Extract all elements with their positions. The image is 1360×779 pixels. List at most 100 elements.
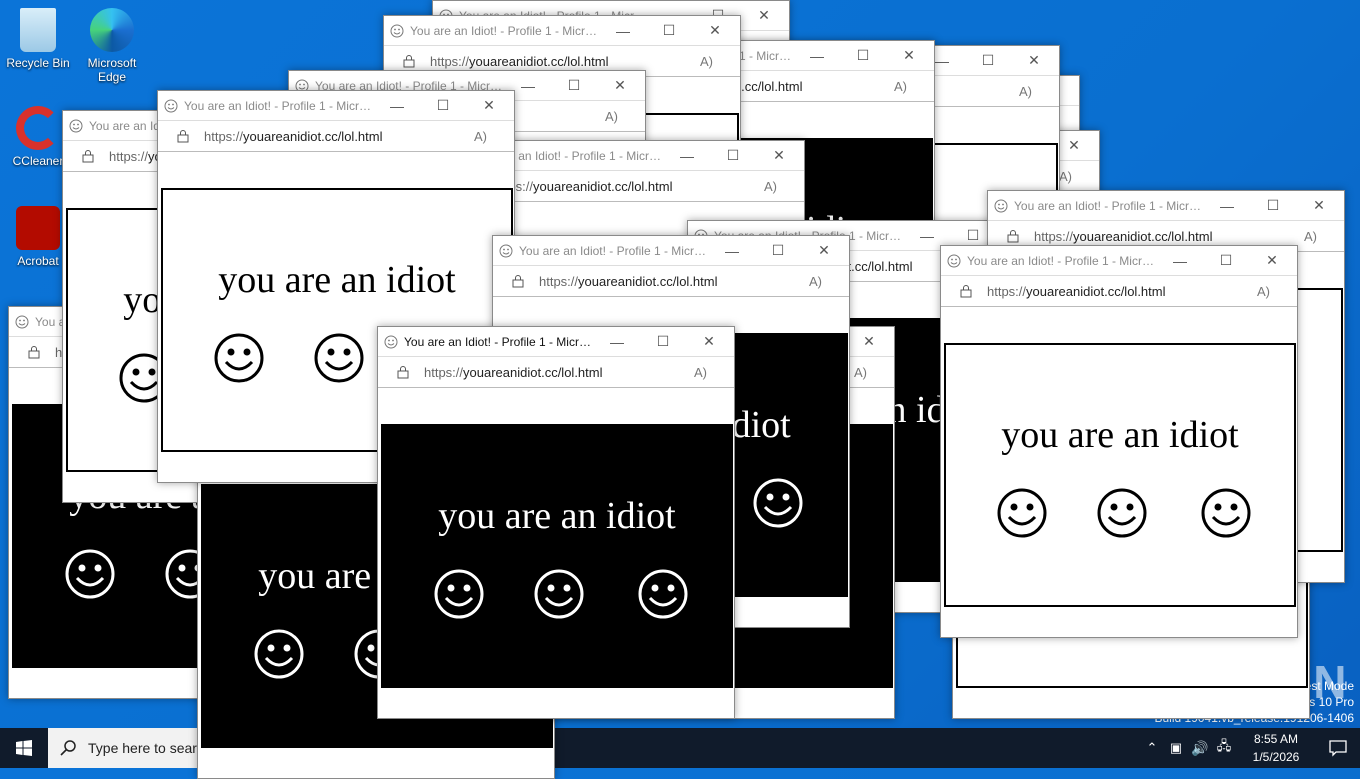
smiley-face-icon (638, 569, 688, 619)
read-aloud-icon[interactable]: A) (764, 179, 804, 194)
read-aloud-icon[interactable]: A) (605, 109, 645, 124)
minimize-button[interactable]: — (1157, 246, 1203, 276)
minimize-button[interactable]: — (374, 91, 420, 121)
url-text[interactable]: https://youareanidiot.cc/lol.html (204, 129, 474, 144)
smiley-face-icon (254, 629, 304, 679)
close-button[interactable]: ✕ (686, 327, 732, 357)
desktop-icon-edge[interactable]: Microsoft Edge (74, 8, 150, 84)
smiley-face-icon (997, 488, 1047, 538)
maximize-button[interactable]: ☐ (1203, 246, 1249, 276)
url-text[interactable]: https://youareanidiot.cc/lol.html (539, 274, 809, 289)
minimize-button[interactable]: — (709, 236, 755, 266)
lock-icon (960, 285, 972, 298)
close-button[interactable]: ✕ (886, 41, 932, 71)
minimize-button[interactable]: — (664, 141, 710, 171)
browser-popup-window[interactable]: You are an Idiot! - Profile 1 - Microsof… (940, 245, 1298, 638)
smiley-favicon-icon (15, 315, 29, 328)
close-button[interactable]: ✕ (466, 91, 512, 121)
start-button[interactable] (0, 728, 48, 768)
smiley-face-icon (1201, 488, 1251, 538)
close-button[interactable]: ✕ (846, 327, 892, 357)
close-button[interactable]: ✕ (1296, 191, 1342, 221)
url-text[interactable]: https://youareanidiot.cc/lol.html (494, 179, 764, 194)
maximize-button[interactable]: ☐ (551, 71, 597, 101)
close-button[interactable]: ✕ (692, 16, 738, 46)
network-icon[interactable]: 🖧 (1212, 728, 1236, 768)
smiley-face-icon (1097, 488, 1147, 538)
url-text[interactable]: https://youareanidiot.cc/lol.html (1034, 229, 1304, 244)
lock-icon (28, 346, 40, 359)
maximize-button[interactable]: ☐ (710, 141, 756, 171)
smiley-favicon-icon (994, 199, 1008, 212)
camera-icon[interactable]: ▣ (1164, 728, 1188, 768)
maximize-button[interactable]: ☐ (640, 327, 686, 357)
close-button[interactable]: ✕ (741, 1, 787, 31)
maximize-button[interactable]: ☐ (1250, 191, 1296, 221)
volume-icon[interactable]: 🔊 (1188, 728, 1212, 768)
minimize-button[interactable]: — (594, 327, 640, 357)
maximize-button[interactable]: ☐ (755, 236, 801, 266)
desktop-icon-recycle-bin[interactable]: Recycle Bin (0, 8, 76, 70)
smiley-face-icon (753, 478, 803, 528)
close-button[interactable]: ✕ (597, 71, 643, 101)
maximize-button[interactable]: ☐ (420, 91, 466, 121)
title-bar[interactable]: You are an Idiot! - Profile 1 - Microsof… (384, 16, 740, 46)
smiley-face-icon (214, 333, 264, 383)
smiley-favicon-icon (499, 244, 513, 257)
close-button[interactable]: ✕ (1249, 246, 1295, 276)
read-aloud-icon[interactable]: A) (809, 274, 849, 289)
show-hidden-icons-button[interactable]: ⌃ (1140, 728, 1164, 768)
read-aloud-icon[interactable]: A) (1304, 229, 1344, 244)
smiley-face-icon (434, 569, 484, 619)
search-placeholder: Type here to search (88, 740, 212, 756)
maximize-button[interactable]: ☐ (840, 41, 886, 71)
read-aloud-icon[interactable]: A) (854, 365, 894, 380)
read-aloud-icon[interactable]: A) (474, 129, 514, 144)
idiot-message-box: you are an idiot (944, 343, 1296, 607)
smiley-favicon-icon (164, 99, 178, 112)
url-text[interactable]: https://youareanidiot.cc/lol.html (430, 54, 700, 69)
window-title: You are an Idiot! - Profile 1 - Microsof… (184, 98, 374, 113)
read-aloud-icon[interactable]: A) (894, 79, 934, 94)
address-bar[interactable]: https://youareanidiot.cc/lol.html A) (941, 276, 1297, 307)
title-bar[interactable]: You are an Idiot! - Profile 1 - Microsof… (941, 246, 1297, 276)
maximize-button[interactable]: ☐ (965, 46, 1011, 76)
ccleaner-label: CCleaner (12, 154, 64, 168)
acrobat-icon (16, 206, 60, 250)
close-button[interactable]: ✕ (756, 141, 802, 171)
minimize-button[interactable]: — (600, 16, 646, 46)
clock-date: 1/5/2026 (1252, 750, 1300, 764)
address-bar[interactable]: https://youareanidiot.cc/lol.html A) (493, 266, 849, 297)
title-bar[interactable]: You are an Idiot! - Profile 1 - Microsof… (493, 236, 849, 266)
read-aloud-icon[interactable]: A) (1019, 84, 1059, 99)
lock-icon (397, 366, 409, 379)
title-bar[interactable]: You are an Idiot! - Profile 1 - Microsof… (378, 327, 734, 357)
window-title: You are an Idiot! - Profile 1 - Microsof… (519, 243, 709, 258)
read-aloud-icon[interactable]: A) (700, 54, 740, 69)
url-text[interactable]: https://youareanidiot.cc/lol.html (424, 365, 694, 380)
lock-icon (177, 130, 189, 143)
smiley-favicon-icon (384, 335, 398, 348)
title-bar[interactable]: You are an Idiot! - Profile 1 - Microsof… (158, 91, 514, 121)
address-bar[interactable]: https://youareanidiot.cc/lol.html A) (158, 121, 514, 152)
maximize-button[interactable]: ☐ (646, 16, 692, 46)
minimize-button[interactable]: — (1204, 191, 1250, 221)
ccleaner-icon (16, 106, 60, 150)
close-button[interactable]: ✕ (801, 236, 847, 266)
minimize-button[interactable]: — (794, 41, 840, 71)
address-bar[interactable]: https://youareanidiot.cc/lol.html A) (378, 357, 734, 388)
close-button[interactable]: ✕ (1011, 46, 1057, 76)
browser-popup-window[interactable]: You are an Idiot! - Profile 1 - Microsof… (377, 326, 735, 719)
window-title: You are an Idiot! - Profile 1 - Microsof… (967, 253, 1157, 268)
edge-icon (90, 8, 134, 52)
title-bar[interactable]: You are an Idiot! - Profile 1 - Microsof… (988, 191, 1344, 221)
clock[interactable]: 8:55 AM 1/5/2026 (1236, 730, 1316, 766)
lock-icon (512, 275, 524, 288)
url-text[interactable]: https://youareanidiot.cc/lol.html (987, 284, 1257, 299)
notification-center-button[interactable] (1316, 728, 1360, 768)
recycle-bin-label: Recycle Bin (6, 56, 70, 70)
smiley-favicon-icon (69, 119, 83, 132)
read-aloud-icon[interactable]: A) (1059, 169, 1099, 184)
read-aloud-icon[interactable]: A) (1257, 284, 1297, 299)
read-aloud-icon[interactable]: A) (694, 365, 734, 380)
